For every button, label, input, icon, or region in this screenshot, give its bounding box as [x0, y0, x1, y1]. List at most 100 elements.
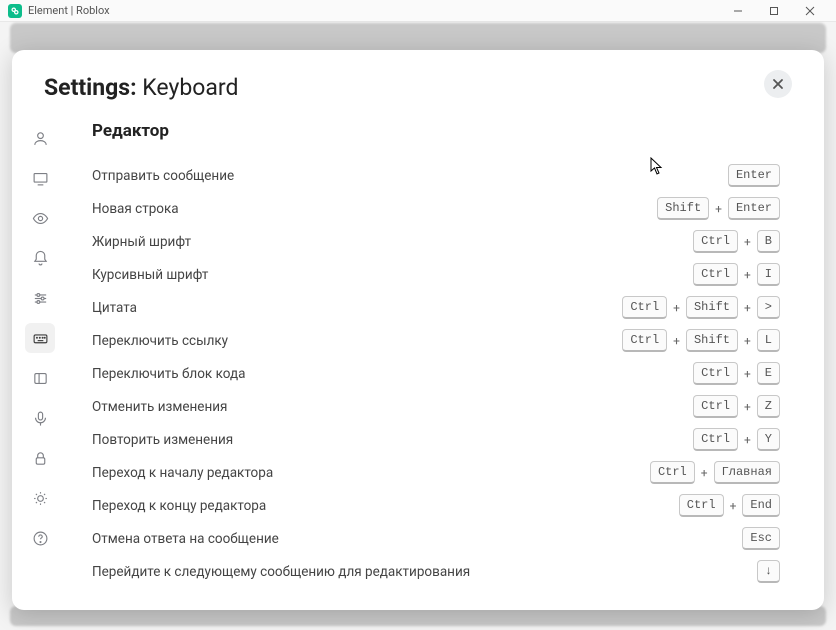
shortcut-label: Цитата	[92, 300, 622, 316]
key-separator: +	[742, 301, 753, 315]
key-cap: E	[757, 362, 780, 385]
shortcut-row: Отменить измененияCtrl + Z	[92, 390, 780, 423]
window-title: Element | Roblox	[28, 4, 110, 17]
shortcut-label: Переход к началу редактора	[92, 465, 650, 481]
sidebar-item-notifications[interactable]	[25, 243, 55, 273]
shortcut-label: Новая строка	[92, 201, 657, 217]
sidebar-item-appearance[interactable]	[25, 163, 55, 193]
shortcut-keys: Ctrl+Shift+L	[622, 329, 780, 352]
shortcut-row: Жирный шрифтCtrl+B	[92, 225, 780, 258]
shortcut-row: Переход к концу редактораCtrl +End	[92, 489, 780, 522]
key-cap: Y	[757, 428, 780, 451]
shortcut-keys: Ctrl+Главная	[650, 461, 780, 484]
app-icon	[8, 4, 22, 18]
shortcut-row: Отправить сообщениеEnter	[92, 159, 780, 192]
sidebar-item-preferences[interactable]	[25, 283, 55, 313]
shortcut-keys: Ctrl +End	[679, 494, 780, 517]
sliders-icon	[32, 290, 49, 307]
modal-title-prefix: Settings:	[44, 74, 137, 101]
key-cap: Esc	[742, 527, 780, 550]
panel-icon	[32, 370, 49, 387]
key-separator: +	[742, 400, 753, 414]
shortcut-keys: Ctrl + E	[693, 362, 780, 385]
settings-content: Редактор Отправить сообщениеEnterНовая с…	[68, 117, 824, 610]
shortcut-label: Жирный шрифт	[92, 234, 693, 250]
shortcut-keys: ↓	[757, 560, 780, 583]
shortcut-keys: Enter	[728, 164, 780, 187]
shortcut-row: Новая строкаShift+Enter	[92, 192, 780, 225]
key-separator: +	[742, 235, 753, 249]
shortcut-label: Курсивный шрифт	[92, 267, 693, 283]
shortcut-keys: Esc	[742, 527, 780, 550]
shortcut-keys: Ctrl + I	[693, 263, 780, 286]
maximize-button[interactable]	[756, 0, 792, 22]
key-cap: End	[742, 494, 780, 517]
key-cap: I	[757, 263, 780, 286]
key-cap: Ctrl	[693, 395, 738, 418]
shortcut-label: Отправить сообщение	[92, 168, 728, 184]
settings-sidebar	[12, 117, 68, 610]
window-titlebar: Element | Roblox	[0, 0, 836, 22]
bell-icon	[32, 250, 49, 267]
key-cap: Главная	[714, 461, 780, 484]
sidebar-item-keyboard[interactable]	[25, 323, 55, 353]
shortcut-label: Отмена ответа на сообщение	[92, 531, 742, 547]
sidebar-item-help[interactable]	[25, 523, 55, 553]
key-cap: L	[757, 329, 780, 352]
shortcut-label: Переключить ссылку	[92, 333, 622, 349]
sidebar-item-general[interactable]	[25, 123, 55, 153]
key-cap: Z	[757, 395, 780, 418]
keyboard-icon	[32, 330, 49, 347]
lock-icon	[32, 450, 49, 467]
settings-modal: Settings: Keyboard Редактор Отправить со…	[12, 50, 824, 610]
modal-header: Settings: Keyboard	[12, 50, 824, 117]
key-separator: +	[742, 367, 753, 381]
shortcut-label: Отменить изменения	[92, 399, 693, 415]
sidebar-item-security[interactable]	[25, 443, 55, 473]
shortcut-row: Перейдите к следующему сообщению для ред…	[92, 555, 780, 588]
key-cap: B	[757, 230, 780, 253]
key-cap: Enter	[728, 164, 780, 187]
key-cap: Ctrl	[693, 263, 738, 286]
shortcut-row: Переключить блок кодаCtrl + E	[92, 357, 780, 390]
shortcut-label: Повторить изменения	[92, 432, 693, 448]
help-icon	[32, 530, 49, 547]
shortcut-label: Переключить блок кода	[92, 366, 693, 382]
shortcut-row: Повторить измененияCtrl + Y	[92, 423, 780, 456]
shortcut-label: Перейдите к следующему сообщению для ред…	[92, 564, 757, 580]
key-cap: Ctrl	[622, 329, 667, 352]
shortcut-keys: Ctrl+B	[693, 230, 780, 253]
sidebar-item-eye[interactable]	[25, 203, 55, 233]
sidebar-item-voice[interactable]	[25, 403, 55, 433]
shortcut-row: Переключить ссылкуCtrl+Shift+L	[92, 324, 780, 357]
mic-icon	[32, 410, 49, 427]
user-icon	[32, 130, 49, 147]
key-cap: Ctrl	[622, 296, 667, 319]
key-separator: +	[671, 301, 682, 315]
key-cap: ↓	[757, 560, 780, 583]
shortcut-keys: Ctrl + Z	[693, 395, 780, 418]
key-cap: Ctrl	[693, 428, 738, 451]
shortcut-list: Отправить сообщениеEnterНовая строкаShif…	[92, 159, 780, 588]
sidebar-item-labs[interactable]	[25, 483, 55, 513]
shortcut-row: Курсивный шрифтCtrl + I	[92, 258, 780, 291]
minimize-button[interactable]	[720, 0, 756, 22]
key-separator: +	[742, 334, 753, 348]
bulb-icon	[32, 490, 49, 507]
key-separator: +	[742, 433, 753, 447]
shortcut-keys: Ctrl + Y	[693, 428, 780, 451]
sidebar-item-sidebar[interactable]	[25, 363, 55, 393]
key-cap: Ctrl	[679, 494, 724, 517]
shortcut-label: Переход к концу редактора	[92, 498, 679, 514]
key-separator: +	[728, 499, 739, 513]
close-window-button[interactable]	[792, 0, 828, 22]
shortcut-row: ЦитатаCtrl+Shift+>	[92, 291, 780, 324]
eye-icon	[32, 210, 49, 227]
key-cap: Ctrl	[693, 362, 738, 385]
key-cap: >	[757, 296, 780, 319]
key-separator: +	[742, 268, 753, 282]
key-separator: +	[671, 334, 682, 348]
dimmed-background-top	[10, 23, 826, 53]
modal-title: Settings: Keyboard	[44, 74, 238, 101]
close-modal-button[interactable]	[764, 70, 792, 98]
